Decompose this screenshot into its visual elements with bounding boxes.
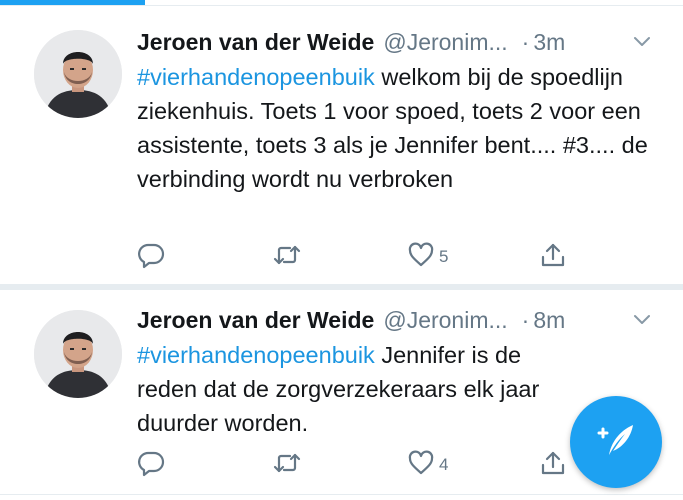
compose-tweet-button[interactable] [570,396,662,488]
like-count: 5 [439,247,449,266]
timestamp[interactable]: 8m [533,307,565,334]
retweet-button[interactable] [272,448,302,482]
avatar[interactable] [34,310,122,398]
retweet-button[interactable] [272,240,302,274]
share-button[interactable] [539,240,567,274]
hashtag-link[interactable]: #vierhandenopeenbuik [137,64,375,90]
bottom-divider [0,494,683,495]
avatar[interactable] [34,30,122,118]
tweet-actions: 5 [137,240,577,274]
share-icon [539,241,567,274]
tweet-text: #vierhandenopeenbuik welkom bij de spoed… [137,60,657,196]
tweet-header: Jeroen van der Weide @Jeronim... · 8m [137,304,653,336]
author-handle[interactable]: @Jeronim... [383,307,507,334]
like-button[interactable]: 4 [407,448,448,482]
tweet-actions: 4 [137,448,577,482]
timestamp[interactable]: 3m [533,29,565,56]
tweet-header: Jeroen van der Weide @Jeronim... · 3m [137,26,653,58]
separator-dot: · [521,306,530,333]
retweet-icon [272,241,302,274]
tweet-text: #vierhandenopeenbuik Jennifer is de rede… [137,338,577,440]
chevron-down-icon[interactable] [631,309,653,331]
heart-icon [407,241,435,274]
share-icon [539,449,567,482]
like-count: 4 [439,455,449,474]
author-name[interactable]: Jeroen van der Weide [137,307,374,334]
retweet-icon [272,449,302,482]
reply-icon [137,449,165,482]
separator-dot: · [521,28,530,55]
reply-icon [137,241,165,274]
compose-tweet-icon [593,417,639,468]
reply-button[interactable] [137,240,165,274]
heart-icon [407,449,435,482]
share-button[interactable] [539,448,567,482]
author-name[interactable]: Jeroen van der Weide [137,29,374,56]
like-button[interactable]: 5 [407,240,448,274]
hashtag-link[interactable]: #vierhandenopeenbuik [137,342,375,368]
tweet[interactable]: Jeroen van der Weide @Jeronim... · 3m #v… [0,6,683,284]
author-handle[interactable]: @Jeronim... [383,29,507,56]
reply-button[interactable] [137,448,165,482]
chevron-down-icon[interactable] [631,31,653,53]
